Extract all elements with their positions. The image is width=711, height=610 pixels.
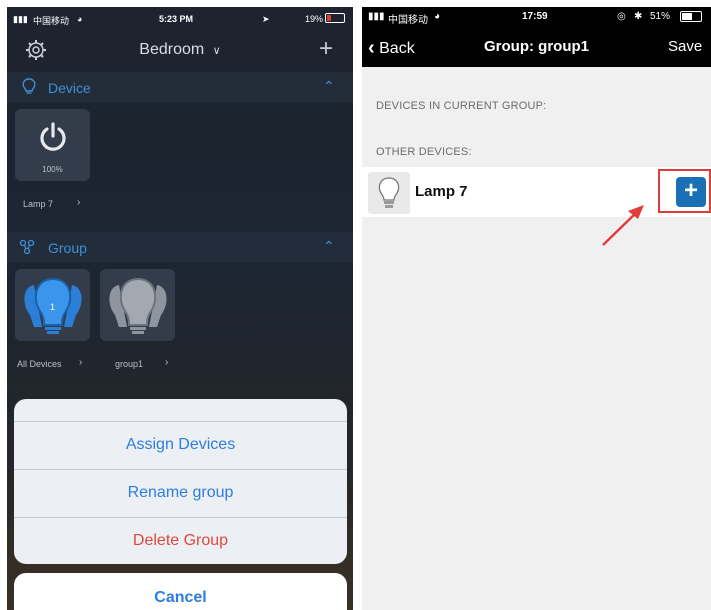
bluetooth-icon: ✱	[634, 11, 643, 22]
power-icon	[40, 122, 66, 151]
group-tile-all-devices[interactable]: 1	[15, 269, 90, 341]
left-screen: ▮▮▮ 中国移动 ◕ 5:23 PM ➤ 19% Bedroom ∨ + Dev…	[7, 7, 353, 610]
action-sheet: Assign Devices Rename group Delete Group	[14, 399, 347, 564]
status-bar: ▮▮▮ 中国移动 ◕ 5:23 PM ➤ 19%	[7, 7, 353, 31]
bulb-icon	[378, 177, 400, 208]
signal-icon: ▮▮▮	[368, 11, 385, 22]
collapse-icon[interactable]: ⌃	[323, 78, 335, 95]
group-section-header[interactable]: Group ⌃	[7, 232, 353, 262]
device-tile[interactable]: 100%	[15, 109, 90, 181]
group-icon	[19, 239, 35, 255]
add-device-button[interactable]: +	[676, 177, 706, 207]
status-time: 5:23 PM	[159, 14, 194, 24]
plus-icon[interactable]: +	[319, 35, 333, 63]
assign-devices-button[interactable]: Assign Devices	[14, 421, 347, 469]
group-count: 1	[49, 302, 55, 312]
device-section-title: Device	[48, 80, 91, 96]
device-section-header[interactable]: Device ⌃	[7, 72, 353, 102]
room-title: Bedroom	[139, 41, 205, 58]
right-screen: ▮▮▮ 中国移动 ◕ 17:59 ◎ ✱ 51% ‹ Back Group: g…	[362, 7, 711, 610]
alarm-icon: ◎	[617, 11, 626, 22]
other-devices-header: OTHER DEVICES:	[376, 146, 472, 158]
carrier-label: 中国移动	[33, 16, 70, 26]
current-group-header: DEVICES IN CURRENT GROUP:	[376, 100, 547, 112]
page-title: Group: group1	[484, 38, 589, 55]
device-name: Lamp 7	[415, 183, 468, 200]
battery-icon	[325, 13, 345, 23]
wifi-icon: ◕	[77, 14, 83, 24]
save-button[interactable]: Save	[668, 38, 702, 55]
room-selector[interactable]: Bedroom ∨	[7, 41, 353, 59]
battery-icon	[680, 11, 702, 22]
cancel-button[interactable]: Cancel	[14, 573, 347, 610]
group-name-group1: group1	[115, 359, 144, 369]
delete-group-button[interactable]: Delete Group	[14, 517, 347, 564]
device-level: 100%	[42, 165, 63, 174]
arrow-annotation-icon	[602, 205, 644, 246]
signal-icon: ▮▮▮	[13, 14, 28, 24]
carrier-label: 中国移动	[388, 15, 428, 26]
bulb-icon	[22, 78, 36, 94]
battery-label: 51%	[650, 11, 671, 22]
chevron-right-icon[interactable]: ›	[165, 357, 168, 368]
collapse-icon[interactable]: ⌃	[323, 238, 335, 255]
status-time: 17:59	[522, 11, 548, 22]
rename-group-button[interactable]: Rename group	[14, 469, 347, 517]
location-icon: ➤	[262, 14, 270, 24]
group-section-title: Group	[48, 240, 87, 256]
chevron-right-icon[interactable]: ›	[79, 357, 82, 368]
nav-bar: Bedroom ∨ +	[7, 31, 353, 71]
wifi-icon: ◕	[434, 11, 441, 22]
status-bar: ▮▮▮ 中国移动 ◕ 17:59 ◎ ✱ 51%	[362, 7, 711, 27]
group-name-all-devices: All Devices	[17, 359, 62, 369]
nav-bar: ‹ Back Group: group1 Save	[362, 27, 711, 67]
chevron-right-icon[interactable]: ›	[77, 197, 80, 208]
chevron-down-icon: ∨	[212, 45, 221, 57]
lamp-thumbnail	[368, 172, 410, 214]
battery-label: 19%	[305, 14, 324, 24]
device-name: Lamp 7	[23, 199, 54, 209]
group-tile-group1[interactable]	[100, 269, 175, 341]
group-bulbs-icon	[109, 277, 167, 334]
